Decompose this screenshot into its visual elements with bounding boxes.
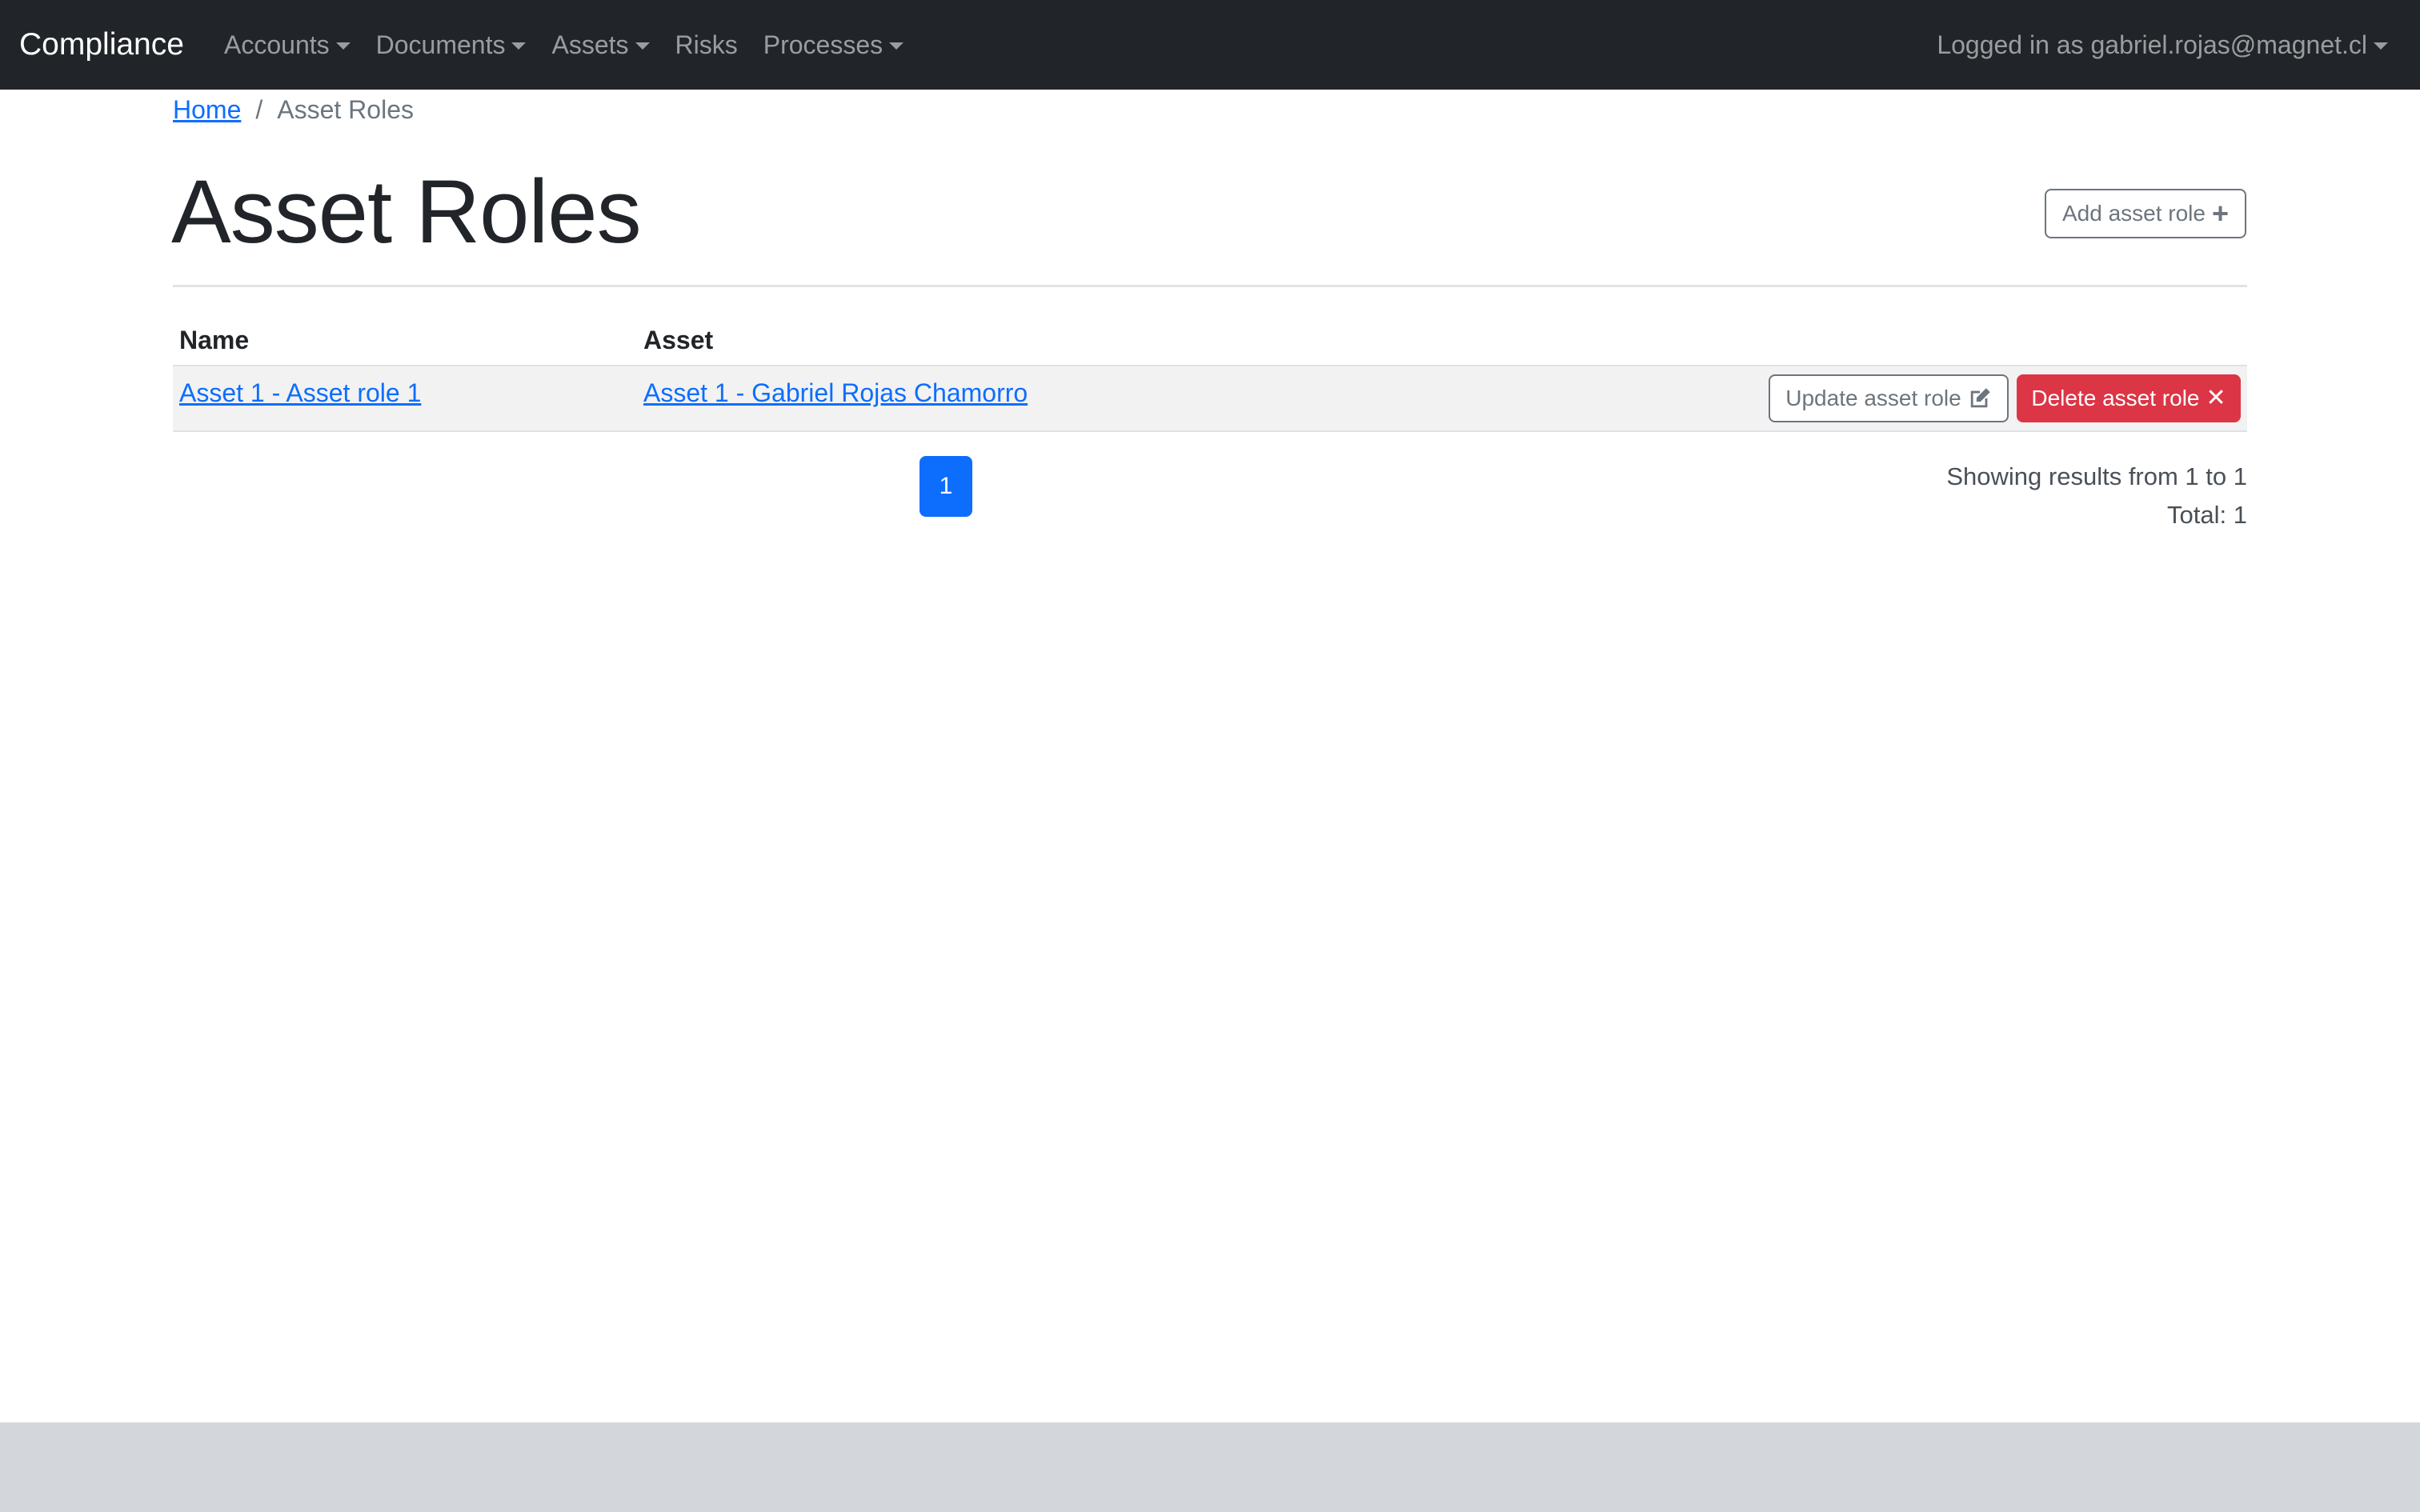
user-menu-label: Logged in as gabriel.rojas@magnet.cl — [1937, 30, 2367, 59]
nav-item-risks[interactable]: Risks — [675, 24, 738, 66]
table-header: Name Asset — [173, 315, 2247, 366]
results-total: Total: 1 — [2167, 501, 2247, 529]
divider — [173, 285, 2247, 287]
nav-item-label: Assets — [551, 30, 629, 59]
asset-link[interactable]: Asset 1 - Gabriel Rojas Chamorro — [643, 374, 1028, 411]
nav-item-label: Documents — [375, 30, 506, 59]
close-icon: ✕ — [2206, 385, 2226, 411]
nav-item-label: Accounts — [224, 30, 330, 59]
update-asset-role-button[interactable]: Update asset role — [1769, 374, 2009, 422]
column-header-name: Name — [179, 326, 250, 354]
page-title: Asset Roles — [171, 162, 642, 262]
table-row: Asset 1 - Asset role 1 Asset 1 - Gabriel… — [173, 366, 2247, 432]
nav-item-accounts[interactable]: Accounts — [224, 24, 351, 66]
breadcrumb: Home / Asset Roles — [173, 91, 414, 128]
footer — [0, 1422, 2420, 1512]
delete-asset-role-button[interactable]: Delete asset role ✕ — [2017, 374, 2241, 422]
nav-menu: Accounts Documents Assets Risks Processe… — [224, 24, 929, 66]
nav-item-label: Processes — [763, 30, 883, 59]
update-button-label: Update asset role — [1785, 386, 1961, 410]
chevron-down-icon — [889, 42, 904, 50]
nav-item-label: Risks — [675, 30, 738, 59]
results-summary: Showing results from 1 to 1 Total: 1 — [1946, 458, 2247, 534]
asset-roles-table: Name Asset Asset 1 - Asset role 1 Asset … — [173, 315, 2247, 432]
edit-icon — [1970, 388, 1990, 408]
breadcrumb-current: Asset Roles — [277, 95, 414, 124]
chevron-down-icon — [635, 42, 650, 50]
add-button-label: Add asset role — [2061, 201, 2206, 226]
results-range: Showing results from 1 to 1 — [1946, 462, 2247, 490]
add-asset-role-button[interactable]: Add asset role + — [2045, 189, 2246, 238]
user-menu[interactable]: Logged in as gabriel.rojas@magnet.cl — [1937, 24, 2388, 66]
asset-role-name-link[interactable]: Asset 1 - Asset role 1 — [179, 374, 421, 411]
column-header-asset: Asset — [643, 326, 714, 354]
brand-link[interactable]: Compliance — [19, 24, 184, 66]
chevron-down-icon — [2374, 42, 2388, 50]
pagination-page-1[interactable]: 1 — [920, 456, 972, 517]
breadcrumb-separator: / — [255, 95, 263, 124]
plus-icon: + — [2211, 197, 2230, 230]
delete-button-label: Delete asset role — [2031, 386, 2200, 410]
nav-item-processes[interactable]: Processes — [763, 24, 904, 66]
chevron-down-icon — [511, 42, 527, 50]
top-navbar: Compliance Accounts Documents Assets Ris… — [0, 0, 2420, 90]
chevron-down-icon — [335, 42, 351, 50]
breadcrumb-home-link[interactable]: Home — [173, 91, 241, 128]
nav-item-documents[interactable]: Documents — [376, 24, 527, 66]
nav-item-assets[interactable]: Assets — [551, 24, 650, 66]
